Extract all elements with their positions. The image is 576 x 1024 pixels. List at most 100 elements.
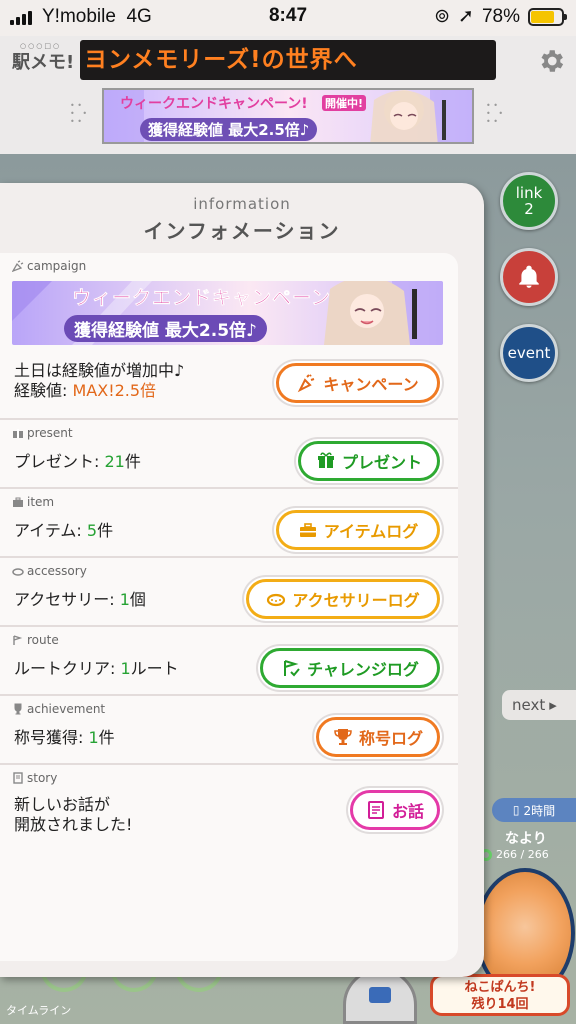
item-text-prefix: アイテム:	[14, 521, 87, 540]
top-banner-subtitle: 獲得経験値 最大2.5倍♪	[140, 118, 318, 141]
top-banner-title: ウィークエンドキャンペーン!	[120, 96, 308, 112]
top-campaign-banner[interactable]: ウィークエンドキャンペーン! 開催中! 獲得経験値 最大2.5倍♪	[102, 88, 474, 144]
route-text: ルートクリア: 1ルート	[14, 659, 179, 679]
accessory-section: accessory アクセサリー: 1個 アクセサリーログ	[0, 558, 458, 627]
accessory-text-prefix: アクセサリー:	[14, 590, 120, 609]
panel-header: information インフォメーション	[0, 183, 484, 244]
achievement-label: achievement	[12, 702, 105, 716]
toolbox-icon	[13, 497, 23, 507]
challenge-flag-icon	[284, 660, 300, 677]
accessory-log-button[interactable]: アクセサリーログ	[246, 579, 440, 619]
story-button[interactable]: お話	[350, 790, 440, 830]
title-trophy-icon	[334, 729, 352, 745]
present-section: present プレゼント: 21件 プレゼント	[0, 420, 458, 489]
notification-button[interactable]	[500, 248, 558, 306]
news-ticker[interactable]: ヨンメモリーズ!の世界へ	[80, 40, 496, 80]
story-button-label: お話	[391, 802, 424, 821]
timeline-label[interactable]: タイムライン	[6, 1002, 71, 1018]
campaign-button-label: キャンペーン	[323, 375, 419, 394]
achievement-section: achievement 称号獲得: 1件 称号ログ	[0, 696, 458, 765]
neko-line1: ねこぱんち!	[464, 980, 536, 995]
event-label: event	[507, 344, 551, 362]
achievement-count: 1	[88, 728, 99, 747]
item-log-button-label: アイテムログ	[323, 522, 419, 541]
campaign-text-line1: 土日は経験値が増加中♪	[14, 361, 185, 380]
app-logo[interactable]: ○○○□○ 駅メモ!	[12, 42, 75, 74]
event-button[interactable]: event	[500, 324, 558, 382]
achievement-text: 称号獲得: 1件	[14, 728, 115, 748]
present-button[interactable]: プレゼント	[298, 441, 440, 481]
information-panel: information インフォメーション campaign ウィークエンドキャ…	[0, 183, 484, 977]
book-icon	[13, 772, 23, 784]
campaign-text-value: MAX!2.5倍	[72, 381, 157, 400]
accessory-unit: 個	[129, 590, 146, 609]
item-unit: 件	[97, 521, 114, 540]
banner-prev-dots[interactable]: • • • • • •	[70, 102, 87, 126]
phone-icon: ▯	[512, 803, 520, 817]
link-button[interactable]: link 2	[500, 172, 558, 230]
accessory-ring-icon	[267, 593, 286, 607]
trophy-icon	[14, 703, 22, 715]
campaign-banner[interactable]: ウィークエンドキャンペーン 獲得経験値 最大2.5倍♪	[12, 281, 443, 345]
item-log-button[interactable]: アイテムログ	[276, 510, 440, 550]
hp-display: 266 / 266	[480, 848, 549, 861]
route-text-prefix: ルートクリア:	[14, 659, 121, 678]
accessory-count: 1	[119, 590, 130, 609]
battery-percent: 78%	[481, 5, 520, 27]
information-card: campaign ウィークエンドキャンペーン 獲得経験値 最大2.5倍♪ 土日は…	[0, 253, 458, 961]
link-count: 2	[524, 200, 534, 218]
campaign-label: campaign	[12, 259, 86, 273]
logo-text: 駅メモ!	[12, 52, 75, 73]
battery-icon	[528, 7, 567, 26]
campaign-button[interactable]: キャンペーン	[276, 363, 440, 403]
route-unit: ルート	[130, 659, 179, 678]
present-count: 21	[104, 452, 125, 471]
challenge-log-button-label: チャレンジログ	[307, 660, 419, 679]
present-label-text: present	[27, 426, 73, 440]
gear-icon[interactable]	[536, 46, 566, 76]
accessory-log-button-label: アクセサリーログ	[292, 591, 420, 610]
achievement-label-text: achievement	[27, 702, 106, 716]
campaign-text: 土日は経験値が増加中♪ 経験値: MAX!2.5倍	[14, 361, 184, 401]
item-text: アイテム: 5件	[14, 521, 113, 541]
item-label-text: item	[27, 495, 55, 509]
present-button-label: プレゼント	[341, 453, 422, 472]
title-log-button[interactable]: 称号ログ	[316, 717, 440, 757]
present-gift-icon	[317, 452, 334, 468]
route-section: route ルートクリア: 1ルート チャレンジログ	[0, 627, 458, 696]
neko-punch-button[interactable]: ねこぱんち! 残り14回	[430, 974, 570, 1016]
rotation-lock-icon: ⊚	[434, 6, 451, 27]
campaign-section: campaign ウィークエンドキャンペーン 獲得経験値 最大2.5倍♪ 土日は…	[0, 253, 458, 420]
banner-next-dots[interactable]: • • • • • •	[486, 102, 503, 126]
ring-icon	[12, 568, 24, 576]
story-label: story	[12, 771, 57, 785]
logo-sub: ○○○□○	[20, 42, 62, 50]
campaign-icon	[12, 260, 24, 272]
challenge-log-button[interactable]: チャレンジログ	[260, 648, 440, 688]
story-section: story 新しいお話が 開放されました! お話	[0, 765, 458, 851]
briefcase-icon	[369, 987, 391, 1003]
campaign-label-text: campaign	[27, 259, 87, 273]
panel-title-en: information	[193, 195, 291, 213]
story-book-icon	[367, 801, 384, 819]
campaign-text-prefix: 経験値:	[14, 381, 73, 400]
status-bar: Y!mobile 4G 8:47 ⊚ ➚ 78%	[0, 0, 576, 36]
route-flag-icon	[13, 635, 23, 645]
present-unit: 件	[124, 452, 141, 471]
neko-line2: 残り14回	[471, 997, 529, 1012]
title-log-button-label: 称号ログ	[358, 729, 423, 748]
time-badge-label: 2時間	[523, 803, 556, 818]
briefcase-icon	[299, 523, 316, 537]
hp-value: 266 / 266	[496, 848, 549, 861]
achievement-text-prefix: 称号獲得:	[14, 728, 89, 747]
location-icon: ➚	[458, 6, 474, 27]
campaign-banner-title: ウィークエンドキャンペーン	[72, 287, 332, 309]
accessory-label: accessory	[12, 564, 87, 578]
partner-name: なより	[505, 831, 547, 847]
achievement-unit: 件	[98, 728, 115, 747]
present-text: プレゼント: 21件	[14, 452, 141, 472]
story-text-line2: 開放されました!	[14, 815, 133, 834]
campaign-banner-subtitle: 獲得経験値 最大2.5倍♪	[64, 315, 267, 342]
party-popper-icon	[298, 374, 315, 393]
next-tab[interactable]: next ▸	[502, 690, 576, 720]
